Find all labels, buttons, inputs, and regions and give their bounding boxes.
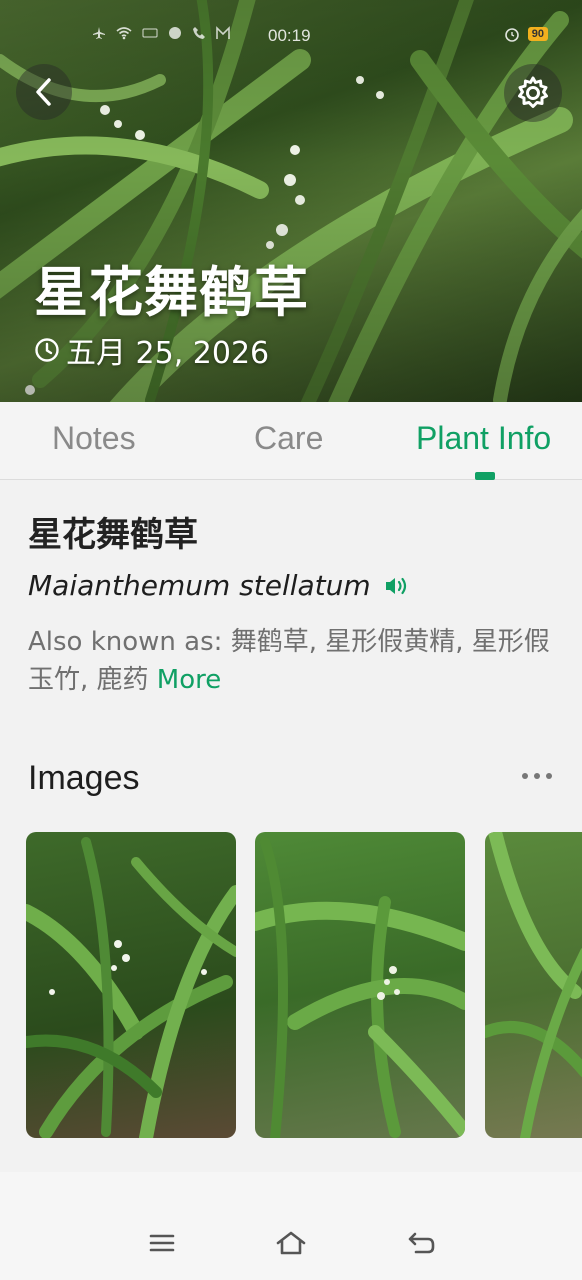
system-navigation-bar bbox=[0, 1172, 582, 1280]
notification-icon bbox=[169, 27, 181, 39]
status-time: 00:19 bbox=[268, 26, 311, 45]
plant-photo-2 bbox=[255, 837, 465, 1138]
chevron-left-icon bbox=[36, 78, 51, 106]
page-title: 星花舞鹤草 bbox=[34, 261, 309, 324]
active-tab-indicator bbox=[475, 472, 495, 480]
plant-photo-3 bbox=[485, 832, 582, 1138]
system-back-button[interactable] bbox=[404, 1228, 438, 1258]
plant-photo-1 bbox=[26, 837, 236, 1138]
airplane-icon bbox=[93, 27, 105, 39]
battery-indicator: 90 bbox=[527, 27, 548, 41]
menu-icon bbox=[149, 1234, 175, 1252]
settings-button[interactable] bbox=[504, 64, 562, 122]
phone-icon bbox=[193, 27, 205, 39]
status-bar: 00:19 90 bbox=[0, 24, 582, 50]
tab-notes[interactable]: Notes bbox=[52, 420, 136, 457]
back-arrow-icon bbox=[408, 1232, 435, 1254]
plant-common-name: 星花舞鹤草 bbox=[28, 515, 198, 555]
home-icon bbox=[276, 1231, 306, 1255]
more-link[interactable]: More bbox=[157, 665, 221, 695]
home-button[interactable] bbox=[274, 1228, 308, 1258]
speaker-icon[interactable] bbox=[383, 575, 409, 597]
plant-latin-name: Maianthemum stellatum bbox=[28, 569, 371, 602]
also-known-as: Also known as: 舞鹤草, 星形假黄精, 星形假玉竹, 鹿药 Mor… bbox=[28, 623, 558, 699]
mail-icon bbox=[216, 26, 230, 39]
image-carousel[interactable] bbox=[26, 832, 582, 1140]
latin-name-row: Maianthemum stellatum bbox=[28, 569, 409, 602]
images-section-title: Images bbox=[28, 759, 140, 797]
status-icons bbox=[92, 26, 230, 40]
clock-icon bbox=[35, 338, 59, 362]
observation-date: 五月 25, 2026 bbox=[34, 328, 269, 372]
back-button[interactable] bbox=[16, 64, 72, 120]
tab-bar: Notes Care Plant Info bbox=[0, 402, 582, 480]
plant-image-thumbnail[interactable] bbox=[255, 832, 465, 1138]
alarm-icon bbox=[504, 28, 519, 42]
recent-apps-button[interactable] bbox=[145, 1228, 179, 1258]
plant-image-thumbnail[interactable] bbox=[485, 832, 582, 1138]
data-speed-icon bbox=[142, 28, 158, 38]
wifi-icon bbox=[116, 27, 132, 40]
aka-label: Also known as: bbox=[28, 627, 231, 657]
tab-care[interactable]: Care bbox=[254, 420, 323, 457]
tab-plant-info[interactable]: Plant Info bbox=[416, 420, 551, 457]
gear-icon bbox=[518, 76, 548, 108]
more-options-icon[interactable] bbox=[522, 773, 552, 779]
plant-image-thumbnail[interactable] bbox=[26, 832, 236, 1138]
date-text: 五月 25, 2026 bbox=[66, 336, 270, 371]
